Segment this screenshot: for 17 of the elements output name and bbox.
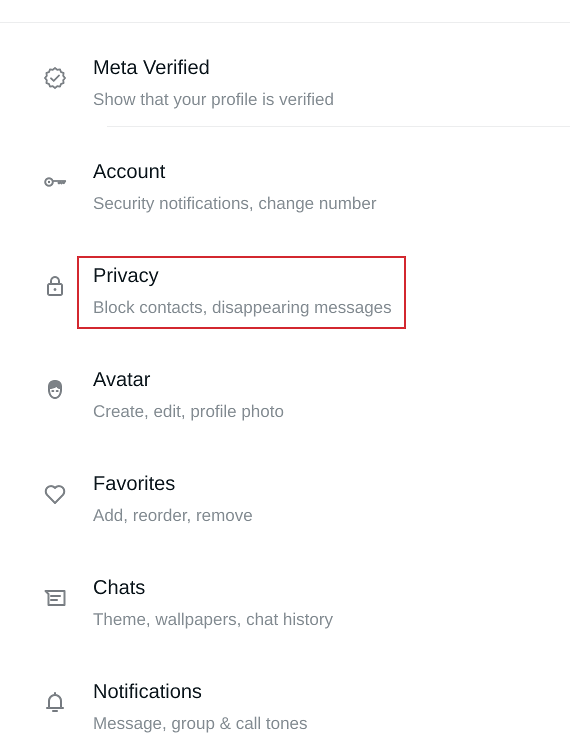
setting-description: Security notifications, change number (93, 193, 376, 215)
setting-title[interactable]: Privacy (93, 264, 159, 288)
setting-description: Theme, wallpapers, chat history (93, 609, 333, 631)
setting-title[interactable]: Chats (93, 576, 146, 600)
setting-description: Block contacts, disappearing messages (93, 297, 392, 319)
setting-description: Create, edit, profile photo (93, 401, 284, 423)
setting-title[interactable]: Avatar (93, 368, 150, 392)
verified-badge-icon (43, 66, 67, 90)
setting-title[interactable]: Meta Verified (93, 56, 210, 80)
setting-title[interactable]: Account (93, 160, 166, 184)
bell-icon (43, 690, 67, 714)
heart-icon (43, 482, 67, 506)
setting-title[interactable]: Favorites (93, 472, 176, 496)
setting-description: Message, group & call tones (93, 713, 308, 735)
setting-description: Show that your profile is verified (93, 89, 334, 111)
setting-description: Add, reorder, remove (93, 505, 253, 527)
setting-title[interactable]: Notifications (93, 680, 202, 704)
